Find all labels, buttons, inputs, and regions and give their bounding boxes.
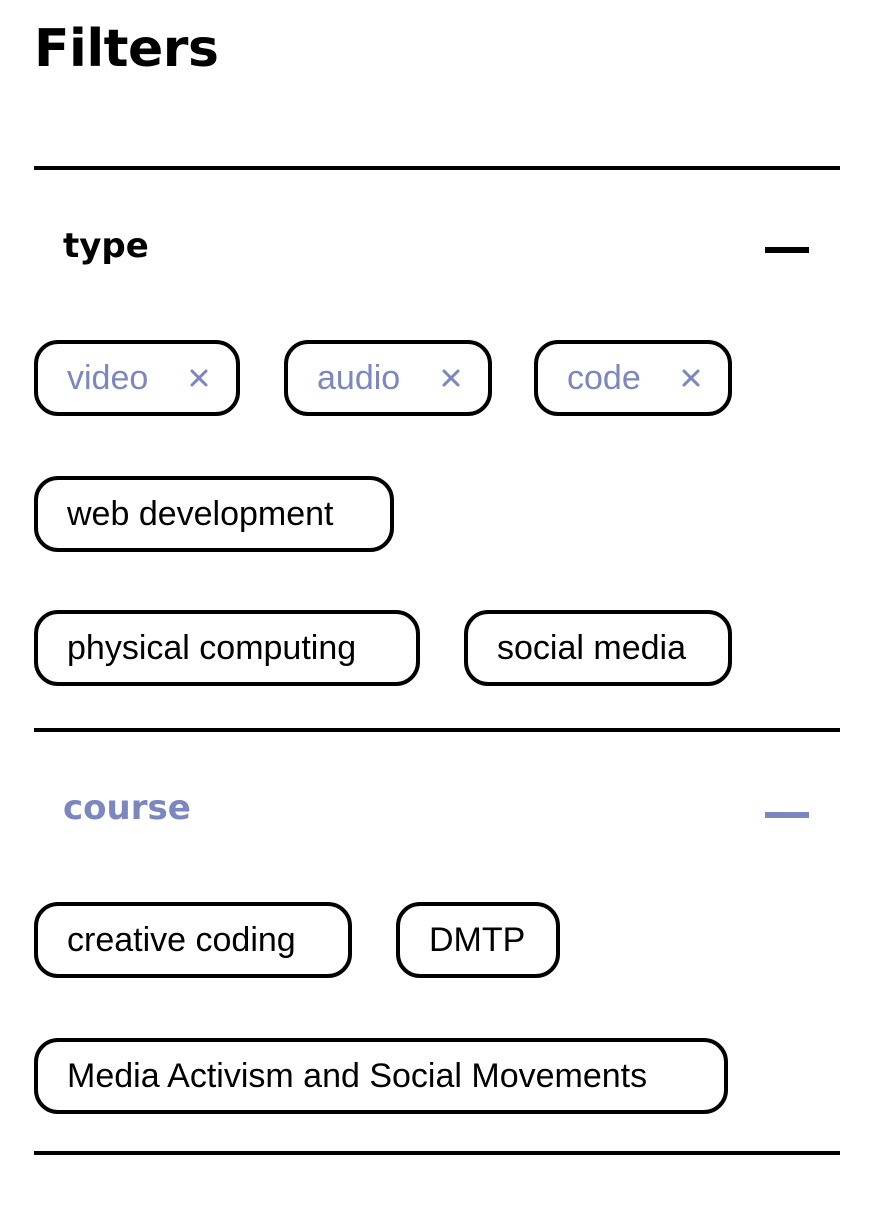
tag-social-media[interactable]: social media [464, 610, 732, 686]
tag-code[interactable]: code [534, 340, 732, 416]
tag-label: web development [67, 494, 334, 533]
section-title: type [63, 226, 149, 266]
minus-icon [765, 812, 809, 818]
section-title: course [63, 788, 191, 828]
tag-label: code [567, 358, 641, 397]
tag-label: audio [317, 358, 401, 397]
tag-web-development[interactable]: web development [34, 476, 394, 552]
minus-icon [765, 247, 809, 253]
divider [34, 166, 840, 170]
divider [34, 1151, 840, 1155]
close-icon[interactable] [440, 367, 462, 389]
tag-dmtp[interactable]: DMTP [396, 902, 560, 978]
divider [34, 728, 840, 732]
tag-label: DMTP [429, 920, 526, 959]
tag-label: video [67, 358, 149, 397]
tag-media-activism-and-social-movements[interactable]: Media Activism and Social Movements [34, 1038, 728, 1114]
close-icon[interactable] [680, 367, 702, 389]
page-title: Filters [34, 19, 219, 79]
close-icon[interactable] [188, 367, 210, 389]
collapse-course-button[interactable] [760, 803, 816, 827]
tag-video[interactable]: video [34, 340, 240, 416]
tag-physical-computing[interactable]: physical computing [34, 610, 420, 686]
tag-label: Media Activism and Social Movements [67, 1056, 648, 1095]
tag-label: physical computing [67, 628, 357, 667]
tag-label: creative coding [67, 920, 296, 959]
collapse-type-button[interactable] [760, 238, 816, 262]
tag-creative-coding[interactable]: creative coding [34, 902, 352, 978]
tag-label: social media [497, 628, 686, 667]
tag-audio[interactable]: audio [284, 340, 492, 416]
